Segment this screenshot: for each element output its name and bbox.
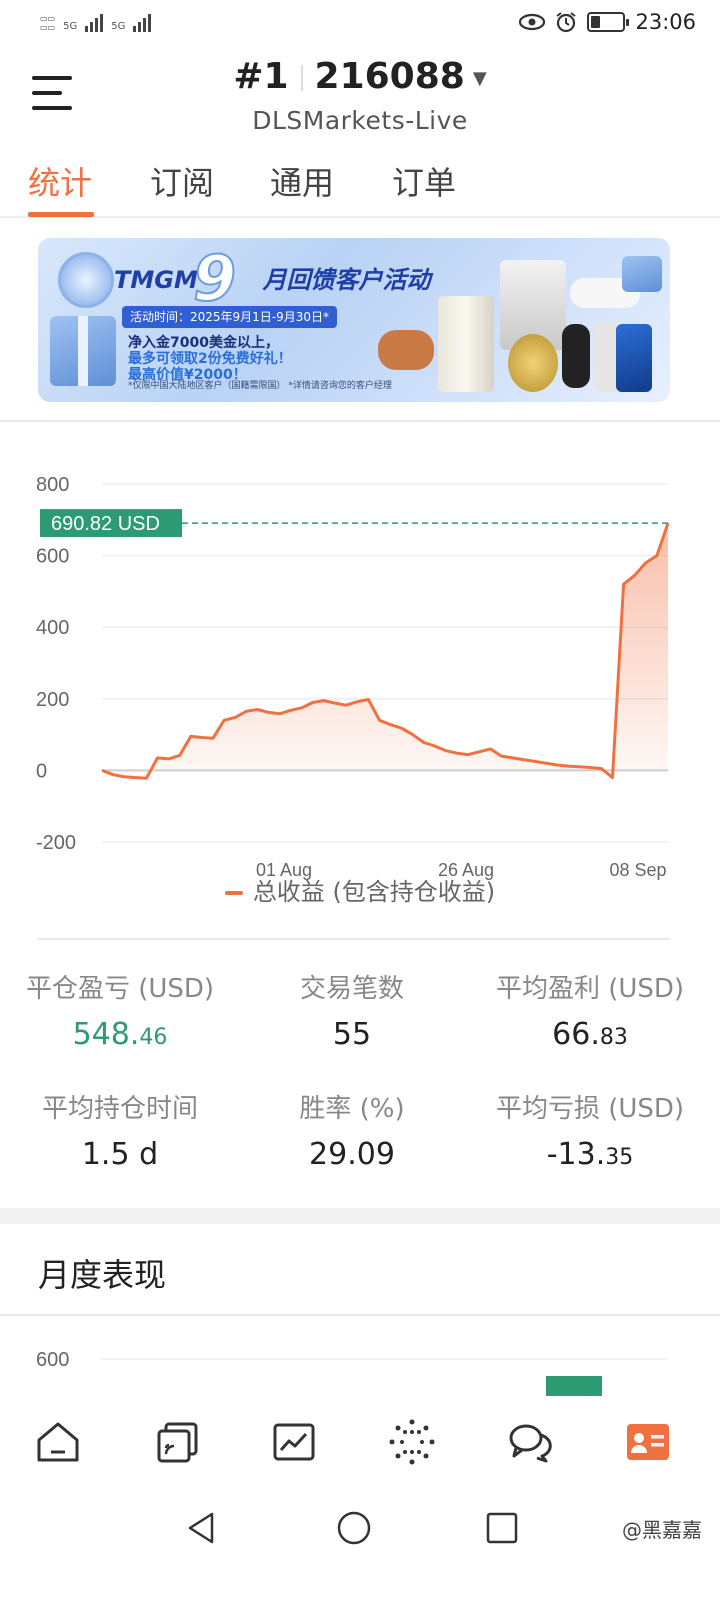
- stat-value: 66.83: [552, 1017, 628, 1052]
- network-type-1: 5G: [63, 21, 78, 32]
- active-tab-indicator: [28, 212, 94, 217]
- tab-general[interactable]: 通用: [270, 158, 334, 204]
- y-tick-label: 200: [36, 689, 69, 711]
- legend-label: 总收益 (包含持仓收益): [252, 878, 496, 906]
- stat-card: 平均盈利 (USD) 66.83: [470, 968, 710, 1052]
- stat-card: 交易笔数 55: [232, 968, 472, 1052]
- chat-icon[interactable]: [506, 1418, 554, 1466]
- stat-card: 平均持仓时间 1.5 d: [0, 1088, 240, 1172]
- monthly-chart[interactable]: 600: [0, 1330, 720, 1396]
- promo-banner[interactable]: TMGM 月回馈客户活动 9 活动时间：2025年9月1日-9月30日* 净入金…: [38, 238, 670, 402]
- stat-label: 交易笔数: [299, 974, 404, 1004]
- stat-value-fraction: 46: [139, 1025, 168, 1050]
- trade-chart-icon[interactable]: [270, 1418, 318, 1466]
- monthly-divider: [0, 1314, 720, 1316]
- section-separator: [0, 1208, 720, 1224]
- sim-icon: ▭▭ ▭▭: [40, 14, 56, 32]
- y-tick-label: 800: [36, 474, 69, 496]
- stat-card: 平仓盈亏 (USD) 548.46: [0, 968, 240, 1052]
- stat-label: 平仓盈亏 (USD): [25, 974, 215, 1004]
- home-circle-icon[interactable]: [336, 1510, 372, 1546]
- signal-bars-icon-2: [133, 12, 152, 32]
- monthly-bar: [546, 1376, 602, 1396]
- signal-bars-icon: [85, 12, 104, 32]
- stat-value: 55: [332, 1017, 372, 1052]
- battery-icon: [587, 12, 630, 32]
- legend-divider: [38, 938, 670, 940]
- watermark-text: @黑嘉嘉: [622, 1518, 702, 1542]
- banner-title: TMGM 月回馈客户活动: [114, 260, 431, 295]
- discover-icon[interactable]: [388, 1418, 436, 1466]
- smart-band-product-image: [562, 324, 590, 388]
- account-number: 216088: [314, 56, 465, 97]
- tumbler-product-image: [438, 296, 494, 392]
- account-selector[interactable]: #1 216088 ▼: [0, 56, 720, 97]
- stat-value: 548.46: [72, 1017, 168, 1052]
- equity-area-fill: [102, 523, 668, 779]
- stat-value: 29.09: [309, 1137, 395, 1172]
- banner-headline: 月回馈客户活动: [262, 266, 431, 294]
- coin-graphic: [58, 252, 114, 308]
- stat-value: -13.35: [546, 1137, 634, 1172]
- caret-down-icon: ▼: [472, 67, 487, 89]
- banner-number: 9: [192, 241, 237, 316]
- tab-orders[interactable]: 订单: [392, 158, 456, 204]
- bottom-navigation: [0, 1396, 720, 1496]
- monthly-performance-title: 月度表现: [38, 1256, 167, 1294]
- back-icon[interactable]: [184, 1510, 220, 1546]
- recents-icon[interactable]: [484, 1510, 520, 1546]
- account-prefix: #1: [233, 56, 289, 97]
- server-name: DLSMarkets-Live: [252, 106, 468, 135]
- stat-card: 胜率 (%) 29.09: [232, 1088, 472, 1172]
- account-card-icon[interactable]: [624, 1418, 672, 1466]
- stat-card: 平均亏损 (USD) -13.35: [470, 1088, 710, 1172]
- phone-2-product-image: [616, 324, 652, 392]
- monthly-y-tick: 600: [36, 1349, 69, 1371]
- stat-value: 1.5 d: [81, 1137, 159, 1172]
- stat-value-fraction: 35: [605, 1145, 634, 1170]
- banner-brand: TMGM: [114, 266, 198, 294]
- tab-bar: 统计 订阅 通用 订单: [0, 150, 720, 218]
- gift-box-2-graphic: [622, 256, 662, 292]
- stat-label: 平均亏损 (USD): [495, 1094, 685, 1124]
- gold-beads-product-image: [508, 334, 558, 392]
- system-navigation-bar: @黑嘉嘉: [0, 1496, 720, 1600]
- banner-note: *仅限中国大陆地区客户（国籍需限国） *详情请咨询您的客户经理: [128, 381, 392, 391]
- network-type-2: 5G: [111, 21, 126, 32]
- massager-product-image: [378, 330, 434, 370]
- copy-trading-icon[interactable]: [154, 1418, 202, 1466]
- gift-box-graphic: [50, 316, 116, 386]
- y-tick-label: 600: [36, 546, 69, 568]
- status-bar: ▭▭ ▭▭ 5G 5G 23:06: [0, 0, 720, 48]
- alarm-icon: [556, 12, 577, 33]
- home-icon[interactable]: [34, 1418, 82, 1466]
- stat-value-fraction: 83: [599, 1025, 628, 1050]
- chart-legend[interactable]: 总收益 (包含持仓收益): [0, 872, 720, 907]
- last-value-label: 690.82 USD: [51, 513, 160, 535]
- tab-subscriptions[interactable]: 订阅: [150, 158, 214, 204]
- chart-gridlines: [102, 483, 668, 843]
- y-tick-label: -200: [36, 832, 76, 854]
- stat-label: 平均持仓时间: [41, 1094, 198, 1124]
- legend-swatch: [224, 891, 243, 895]
- y-tick-label: 400: [36, 617, 69, 639]
- y-tick-label: 0: [36, 760, 47, 782]
- eye-icon: [519, 13, 546, 31]
- title-separator: [300, 65, 303, 91]
- app-header: #1 216088 ▼ DLSMarkets-Live: [0, 48, 720, 148]
- clock-time: 23:06: [635, 10, 696, 34]
- equity-chart[interactable]: 8006004002000-200 01 Aug 26 Aug 08 Sep 690…: [0, 422, 720, 942]
- stat-label: 胜率 (%): [299, 1094, 405, 1124]
- tab-statistics[interactable]: 统计: [28, 158, 92, 204]
- signal-group: ▭▭ ▭▭ 5G 5G: [40, 12, 152, 32]
- stat-label: 平均盈利 (USD): [495, 974, 685, 1004]
- banner-date: 活动时间：2025年9月1日-9月30日*: [122, 306, 338, 328]
